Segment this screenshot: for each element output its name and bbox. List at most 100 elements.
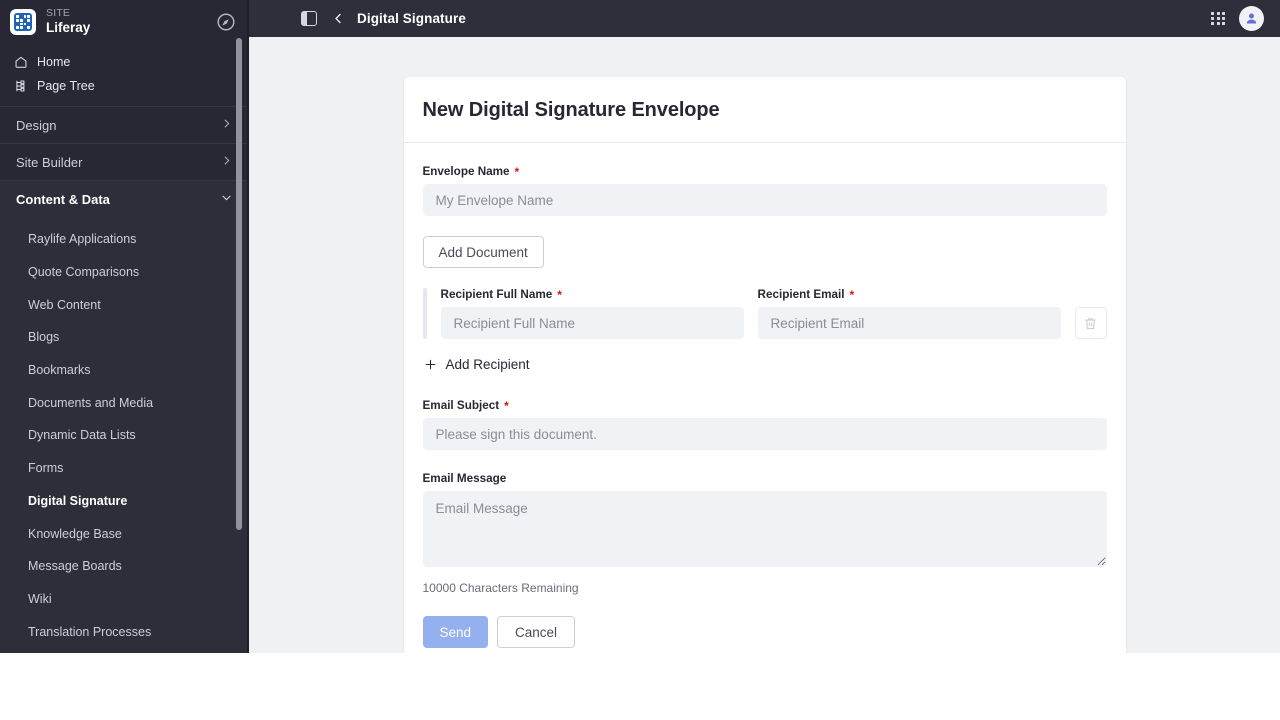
main-area: Digital Signature New Digital Signature … bbox=[249, 0, 1280, 653]
sidebar-item-label: Home bbox=[37, 55, 71, 69]
envelope-name-input[interactable] bbox=[422, 184, 1107, 216]
sidebar-item-label: Dynamic Data Lists bbox=[28, 428, 136, 443]
envelope-name-field: Envelope Name * bbox=[422, 165, 1107, 216]
card-body: Envelope Name * Add Document Recipient F… bbox=[404, 143, 1126, 653]
delete-recipient-button[interactable] bbox=[1074, 307, 1107, 339]
sidebar-section-site-builder[interactable]: Site Builder bbox=[0, 143, 249, 180]
home-icon bbox=[15, 56, 27, 68]
sidebar-item-raylife-applications[interactable]: Raylife Applications bbox=[0, 223, 249, 256]
recipient-accent-bar bbox=[422, 288, 427, 339]
add-recipient-label: Add Recipient bbox=[445, 357, 530, 372]
email-subject-label: Email Subject * bbox=[423, 399, 1107, 412]
label-text: Envelope Name bbox=[422, 165, 510, 178]
sidebar-section-label: Content & Data bbox=[16, 191, 110, 207]
topbar: Digital Signature bbox=[249, 0, 1280, 37]
sidebar-item-digital-signature[interactable]: Digital Signature bbox=[0, 485, 249, 518]
sidebar-item-quote-comparisons[interactable]: Quote Comparisons bbox=[0, 256, 249, 289]
breadcrumb: Digital Signature bbox=[357, 11, 466, 26]
email-message-field: Email Message bbox=[422, 472, 1107, 572]
email-subject-field: Email Subject * bbox=[422, 399, 1107, 450]
sidebar-item-home[interactable]: Home bbox=[0, 50, 249, 74]
sidebar-section-design[interactable]: Design bbox=[0, 106, 249, 143]
sidebar-item-label: Page Tree bbox=[37, 79, 95, 93]
sidebar-section-content-and-data[interactable]: Content & Data bbox=[0, 180, 249, 217]
sidebar-item-label: Digital Signature bbox=[28, 493, 128, 508]
chevron-down-icon bbox=[220, 191, 233, 207]
card-header: New Digital Signature Envelope bbox=[403, 77, 1126, 143]
sidebar-item-knowledge-base[interactable]: Knowledge Base bbox=[0, 517, 249, 550]
label-text: Email Subject bbox=[422, 399, 500, 412]
liferay-logo-icon bbox=[10, 9, 36, 35]
sidebar-item-label: Message Boards bbox=[28, 559, 122, 574]
sidebar-item-page-tree[interactable]: Page Tree bbox=[0, 74, 249, 98]
sidebar-item-bookmarks[interactable]: Bookmarks bbox=[0, 354, 249, 387]
sidebar-item-dynamic-data-lists[interactable]: Dynamic Data Lists bbox=[0, 419, 249, 452]
new-envelope-card: New Digital Signature Envelope Envelope … bbox=[403, 77, 1126, 653]
site-name: Liferay bbox=[46, 19, 91, 35]
label-text: Recipient Full Name bbox=[440, 288, 553, 301]
email-message-label: Email Message bbox=[423, 472, 1107, 485]
sidebar-item-label: Documents and Media bbox=[28, 395, 154, 410]
form-actions: Send Cancel bbox=[422, 616, 1107, 648]
required-asterisk: * bbox=[504, 398, 509, 413]
recipient-email-field: Recipient Email * bbox=[757, 288, 1061, 339]
sidebar-item-blogs[interactable]: Blogs bbox=[0, 321, 249, 354]
sidebar-brand[interactable]: SITE Liferay bbox=[0, 0, 249, 44]
envelope-name-label: Envelope Name * bbox=[423, 165, 1107, 178]
sidebar-item-message-boards[interactable]: Message Boards bbox=[0, 550, 249, 583]
sidebar-section-label: Site Builder bbox=[16, 154, 83, 170]
trash-icon bbox=[1085, 317, 1096, 329]
sidebar-item-label: Blogs bbox=[28, 330, 60, 345]
user-avatar-icon[interactable] bbox=[1239, 6, 1264, 31]
sidebar-item-forms[interactable]: Forms bbox=[0, 452, 249, 485]
plus-icon bbox=[425, 359, 435, 370]
recipient-full-name-input[interactable] bbox=[440, 307, 744, 339]
sidebar-item-label: Quote Comparisons bbox=[28, 265, 140, 280]
label-text: Recipient Email bbox=[757, 288, 845, 301]
characters-remaining-text: 10000 Characters Remaining bbox=[422, 581, 579, 595]
sidebar-section-label: Design bbox=[16, 117, 57, 133]
required-asterisk: * bbox=[849, 287, 855, 302]
compass-icon[interactable] bbox=[215, 11, 237, 33]
recipient-full-name-field: Recipient Full Name * bbox=[440, 288, 744, 339]
chevron-left-icon bbox=[335, 13, 341, 24]
required-asterisk: * bbox=[514, 164, 520, 179]
recipient-row: Recipient Full Name * Recipient Email * bbox=[422, 288, 1107, 339]
back-button[interactable] bbox=[331, 11, 346, 26]
recipient-email-input[interactable] bbox=[757, 307, 1061, 339]
sidebar-subitems: Raylife Applications Quote Comparisons W… bbox=[0, 217, 249, 653]
sidebar-item-label: Raylife Applications bbox=[28, 232, 137, 247]
chevron-right-icon bbox=[220, 154, 233, 170]
sidebar-item-label: Translation Processes bbox=[28, 624, 152, 639]
sidebar-item-web-content[interactable]: Web Content bbox=[0, 288, 249, 321]
required-asterisk: * bbox=[557, 287, 562, 302]
sidebar-edge bbox=[247, 0, 249, 653]
sidebar-item-translation-processes[interactable]: Translation Processes bbox=[0, 615, 249, 648]
recipient-full-name-label: Recipient Full Name * bbox=[441, 288, 744, 301]
page-title: New Digital Signature Envelope bbox=[422, 99, 720, 121]
label-text: Email Message bbox=[422, 472, 507, 485]
sidebar-item-documents-and-media[interactable]: Documents and Media bbox=[0, 386, 249, 419]
sidebar-brand-text: SITE Liferay bbox=[46, 8, 205, 35]
sidebar-quick-links: Home Page Tree bbox=[0, 44, 249, 106]
app-window: SITE Liferay Home Page Tree Design Site … bbox=[0, 0, 1280, 653]
recipient-email-label: Recipient Email * bbox=[758, 288, 1061, 301]
sidebar-item-wiki[interactable]: Wiki bbox=[0, 583, 249, 616]
content-scroll-area: New Digital Signature Envelope Envelope … bbox=[249, 37, 1280, 653]
sidebar-toggle-icon[interactable] bbox=[301, 11, 317, 26]
email-subject-input[interactable] bbox=[422, 418, 1107, 450]
cancel-button[interactable]: Cancel bbox=[497, 616, 576, 648]
chevron-right-icon bbox=[220, 117, 233, 133]
page-tree-icon bbox=[16, 80, 25, 92]
site-label: SITE bbox=[46, 7, 71, 20]
sidebar-item-label: Knowledge Base bbox=[28, 526, 122, 541]
grid-apps-icon[interactable] bbox=[1211, 11, 1225, 26]
sidebar-item-label: Wiki bbox=[28, 591, 52, 606]
add-document-button[interactable]: Add Document bbox=[422, 236, 544, 268]
email-message-textarea[interactable] bbox=[422, 491, 1107, 567]
send-button[interactable]: Send bbox=[422, 616, 489, 648]
sidebar-item-label: Forms bbox=[28, 461, 64, 476]
add-recipient-button[interactable]: Add Recipient bbox=[423, 357, 530, 372]
sidebar: SITE Liferay Home Page Tree Design Site … bbox=[0, 0, 249, 653]
sidebar-scrollbar[interactable] bbox=[236, 38, 242, 530]
